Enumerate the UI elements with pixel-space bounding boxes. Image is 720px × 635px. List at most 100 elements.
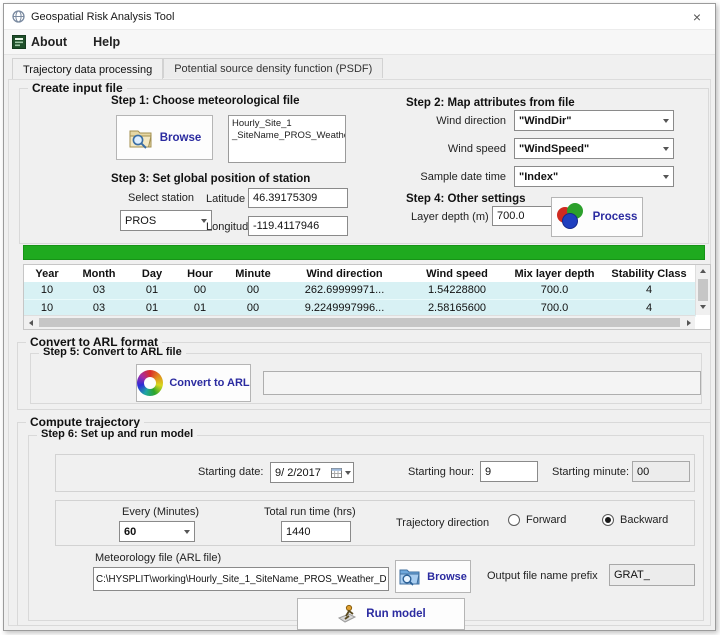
close-button[interactable]: × bbox=[679, 4, 715, 29]
app-icon bbox=[12, 10, 25, 23]
radio-backward[interactable]: Backward bbox=[602, 514, 668, 526]
cell: 2.58165600 bbox=[407, 299, 507, 316]
weather-data-grid[interactable]: Year Month Day Hour Minute Wind directio… bbox=[23, 264, 711, 330]
window-title: Geospatial Risk Analysis Tool bbox=[31, 11, 174, 23]
cell: 9.2249997996... bbox=[282, 299, 407, 316]
step6-heading: Step 6: Set up and run model bbox=[37, 428, 197, 440]
tab-strip: Trajectory data processing Potential sou… bbox=[4, 55, 715, 78]
wind-speed-label: Wind speed bbox=[392, 143, 506, 155]
chevron-down-icon bbox=[658, 167, 673, 186]
weather-table: Year Month Day Hour Minute Wind directio… bbox=[24, 265, 696, 317]
group-step6: Step 6: Set up and run model Starting da… bbox=[28, 435, 704, 621]
wind-direction-value: "WindDir" bbox=[519, 115, 572, 127]
cell: 01 bbox=[128, 282, 176, 299]
col-month: Month bbox=[70, 265, 128, 282]
step4-heading: Step 4: Other settings bbox=[406, 193, 526, 205]
convert-button-label: Convert to ARL bbox=[169, 377, 249, 389]
browse-met-file-button[interactable]: Browse bbox=[116, 115, 213, 160]
output-prefix-field[interactable] bbox=[609, 564, 695, 586]
scroll-up-icon[interactable] bbox=[696, 265, 710, 278]
horizontal-scroll-thumb[interactable] bbox=[39, 318, 680, 327]
met-file-textbox[interactable]: Hourly_Site_1 _SiteName_PROS_Weather_Dat… bbox=[228, 115, 346, 163]
group-step5: Step 5: Convert to ARL file Convert to A… bbox=[30, 353, 702, 404]
tab-psdf[interactable]: Potential source density function (PSDF) bbox=[163, 58, 383, 78]
group-convert-arl: Convert to ARL format Step 5: Convert to… bbox=[17, 342, 711, 410]
wind-direction-select[interactable]: "WindDir" bbox=[514, 110, 674, 131]
start-time-panel: Starting date: 9/ 2/2017 Starting hour: … bbox=[55, 454, 695, 492]
starting-date-picker[interactable]: 9/ 2/2017 bbox=[270, 462, 354, 483]
cell: 00 bbox=[224, 299, 282, 316]
group-compute-trajectory: Compute trajectory Step 6: Set up and ru… bbox=[17, 422, 711, 626]
cell: 03 bbox=[70, 282, 128, 299]
group-title: Create input file bbox=[28, 81, 127, 95]
col-minute: Minute bbox=[224, 265, 282, 282]
sample-date-time-select[interactable]: "Index" bbox=[514, 166, 674, 187]
total-run-time-field[interactable] bbox=[281, 521, 351, 542]
cell: 00 bbox=[224, 282, 282, 299]
cell: 700.0 bbox=[507, 282, 602, 299]
met-file-line1: Hourly_Site_1 bbox=[232, 118, 342, 130]
station-select[interactable]: PROS bbox=[120, 210, 212, 231]
process-button[interactable]: Process bbox=[551, 197, 643, 237]
wind-direction-label: Wind direction bbox=[392, 115, 506, 127]
step3-heading: Step 3: Set global position of station bbox=[111, 173, 310, 185]
total-run-time-label: Total run time (hrs) bbox=[264, 506, 356, 518]
col-wind-speed: Wind speed bbox=[407, 265, 507, 282]
tab-page: Create input file Step 1: Choose meteoro… bbox=[8, 79, 711, 626]
vertical-scrollbar[interactable] bbox=[695, 265, 710, 315]
every-minutes-value: 60 bbox=[124, 526, 136, 538]
starting-date-label: Starting date: bbox=[198, 466, 263, 478]
met-arl-file-label: Meteorology file (ARL file) bbox=[95, 552, 221, 564]
radio-backward-icon bbox=[602, 514, 614, 526]
layer-depth-label: Layer depth (m) bbox=[411, 211, 489, 223]
trajectory-direction-label: Trajectory direction bbox=[396, 517, 489, 529]
cell: 4 bbox=[602, 299, 696, 316]
tab-trajectory-data-processing[interactable]: Trajectory data processing bbox=[12, 58, 163, 79]
met-arl-file-field[interactable] bbox=[93, 567, 389, 591]
chevron-down-icon bbox=[658, 111, 673, 130]
run-model-button[interactable]: Run model bbox=[297, 598, 465, 630]
radio-forward[interactable]: Forward bbox=[508, 514, 566, 526]
title-bar: Geospatial Risk Analysis Tool × bbox=[4, 4, 715, 30]
progress-bar bbox=[23, 245, 705, 260]
convert-progress-bar bbox=[263, 371, 701, 395]
starting-hour-field[interactable] bbox=[480, 461, 538, 482]
vertical-scroll-thumb[interactable] bbox=[698, 279, 708, 301]
convert-to-arl-button[interactable]: Convert to ARL bbox=[136, 364, 251, 402]
wind-speed-select[interactable]: "WindSpeed" bbox=[514, 138, 674, 159]
chevron-down-icon bbox=[179, 522, 194, 541]
horizontal-scrollbar[interactable] bbox=[24, 315, 695, 329]
starting-date-value: 9/ 2/2017 bbox=[275, 467, 321, 479]
longitude-field[interactable] bbox=[248, 216, 348, 236]
latitude-label: Latitude bbox=[206, 193, 245, 205]
table-header-row: Year Month Day Hour Minute Wind directio… bbox=[24, 265, 696, 282]
cell: 700.0 bbox=[507, 299, 602, 316]
table-row[interactable]: 10 03 01 00 00 262.69999971... 1.5422880… bbox=[24, 282, 696, 299]
starting-minute-field[interactable] bbox=[632, 461, 690, 482]
process-button-label: Process bbox=[593, 211, 638, 223]
cell: 01 bbox=[128, 299, 176, 316]
backward-label: Backward bbox=[620, 514, 668, 526]
cell: 1.54228800 bbox=[407, 282, 507, 299]
cell: 262.69999971... bbox=[282, 282, 407, 299]
table-row[interactable]: 10 03 01 01 00 9.2249997996... 2.5816560… bbox=[24, 299, 696, 316]
col-wind-direction: Wind direction bbox=[282, 265, 407, 282]
browse-arl-button[interactable]: Browse bbox=[395, 560, 471, 593]
every-minutes-select[interactable]: 60 bbox=[119, 521, 195, 542]
radio-forward-icon bbox=[508, 514, 520, 526]
cell: 10 bbox=[24, 282, 70, 299]
menu-help[interactable]: Help bbox=[79, 35, 134, 49]
wind-speed-value: "WindSpeed" bbox=[519, 143, 589, 155]
menu-about[interactable]: About bbox=[12, 35, 79, 49]
met-file-line2: _SiteName_PROS_Weather_Data.csv bbox=[232, 130, 342, 142]
sample-date-time-value: "Index" bbox=[519, 171, 558, 183]
scroll-left-icon[interactable] bbox=[24, 316, 38, 329]
scroll-right-icon[interactable] bbox=[681, 316, 695, 329]
about-menu-icon bbox=[12, 35, 26, 49]
group-title: Compute trajectory bbox=[26, 415, 144, 429]
step1-heading: Step 1: Choose meteorological file bbox=[111, 95, 300, 107]
rgb-circles-icon bbox=[557, 203, 587, 231]
latitude-field[interactable] bbox=[248, 188, 348, 208]
run-model-label: Run model bbox=[366, 608, 425, 620]
scroll-down-icon[interactable] bbox=[696, 302, 710, 315]
